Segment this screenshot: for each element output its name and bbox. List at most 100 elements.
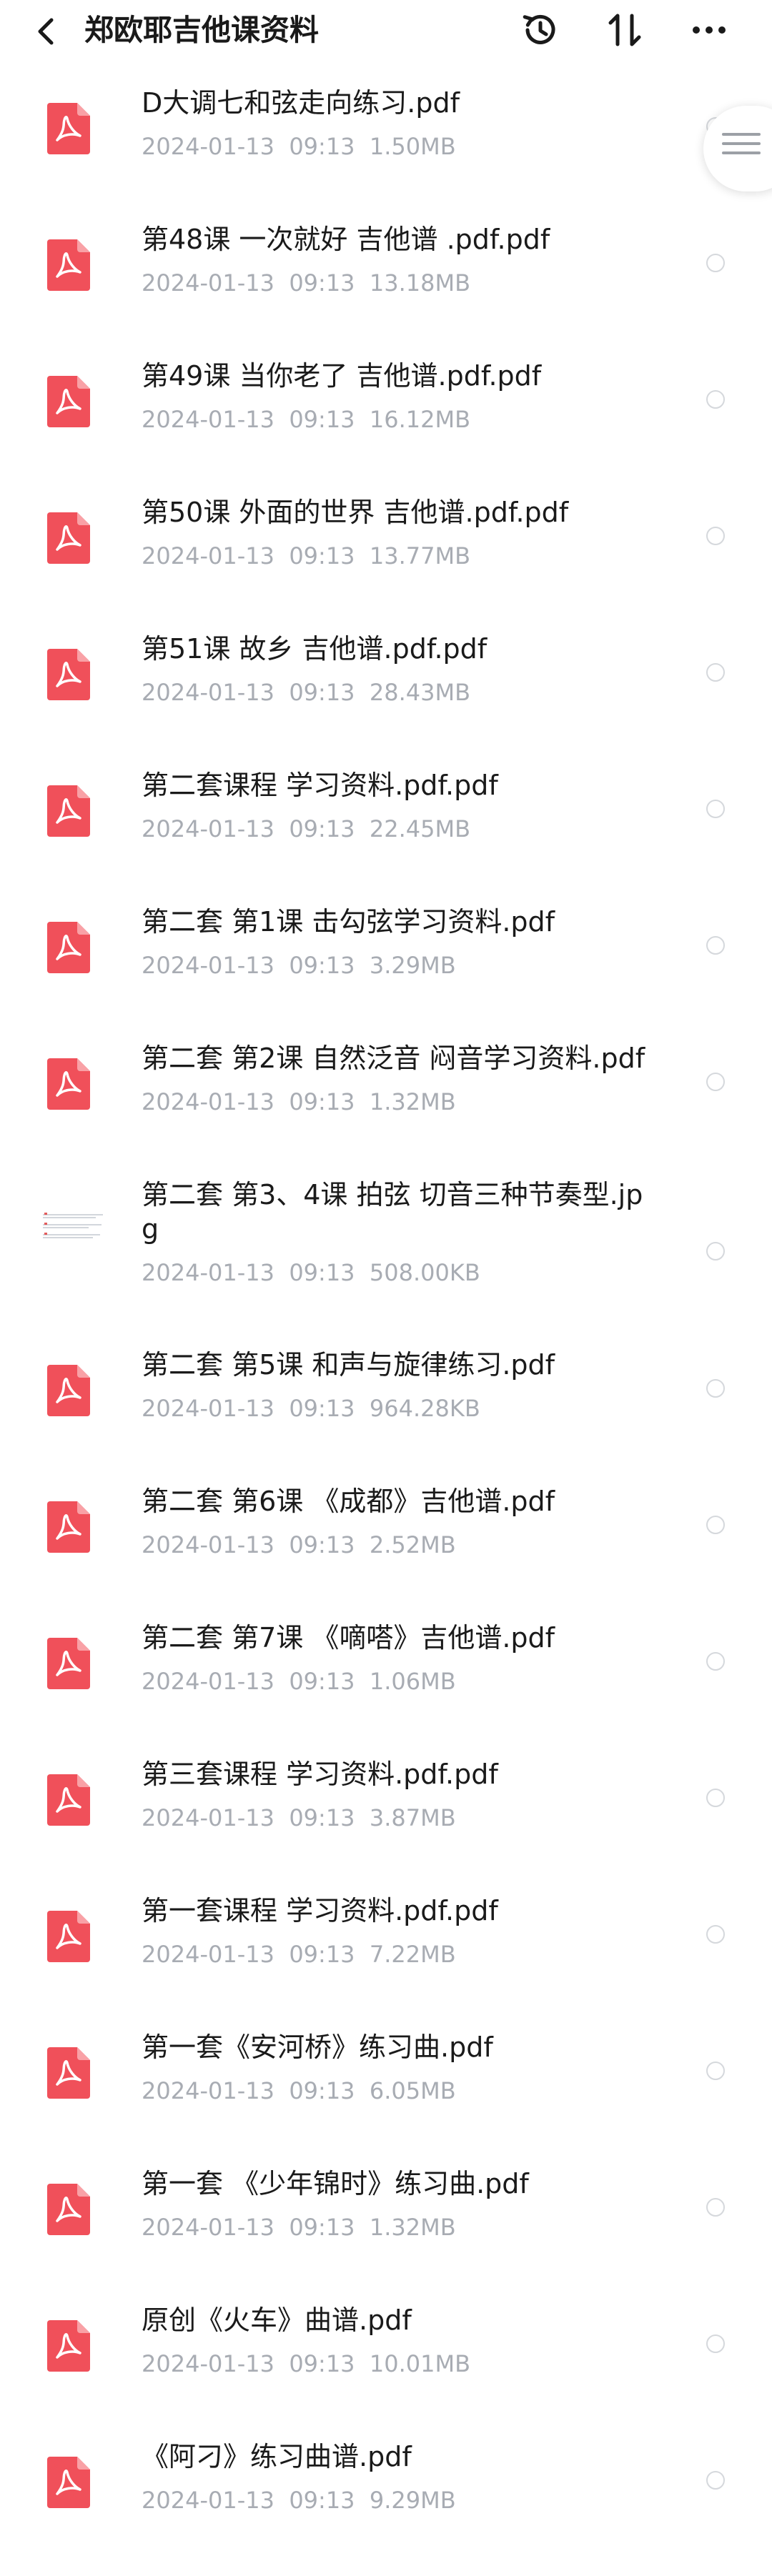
- file-time: 09:13: [289, 2077, 355, 2104]
- file-date: 2024-01-13: [142, 1804, 274, 1831]
- file-meta: 2024-01-13 09:13 22.45MB: [142, 815, 470, 842]
- file-time: 09:13: [289, 2214, 355, 2241]
- list-item[interactable]: 第一套《安河桥》练习曲.pdf 2024-01-13 09:13 6.05MB: [0, 2030, 772, 2167]
- file-meta: 2024-01-13 09:13 3.87MB: [142, 1804, 456, 1831]
- pdf-file-icon: [47, 2184, 90, 2235]
- select-radio[interactable]: [706, 663, 725, 682]
- file-name: 第49课 当你老了 吉他谱.pdf.pdf: [142, 360, 542, 392]
- pdf-file-icon: [47, 1638, 90, 1689]
- select-radio[interactable]: [706, 2062, 725, 2080]
- select-radio[interactable]: [706, 1516, 725, 1534]
- file-time: 09:13: [289, 679, 355, 706]
- select-radio[interactable]: [706, 390, 725, 409]
- pdf-file-icon: [47, 2457, 90, 2508]
- select-radio[interactable]: [706, 1242, 725, 1260]
- file-time: 09:13: [289, 269, 355, 297]
- file-meta: 2024-01-13 09:13 964.28KB: [142, 1395, 480, 1422]
- file-name: 第48课 一次就好 吉他谱 .pdf.pdf: [142, 224, 550, 255]
- list-item[interactable]: 第51课 故乡 吉他谱.pdf.pdf 2024-01-13 09:13 28.4…: [0, 632, 772, 768]
- file-date: 2024-01-13: [142, 542, 274, 570]
- page-title: 郑欧耶吉他课资料: [84, 13, 319, 47]
- file-meta: 2024-01-13 09:13 2.52MB: [142, 1531, 456, 1558]
- file-meta: 2024-01-13 09:13 7.22MB: [142, 1941, 456, 1968]
- file-date: 2024-01-13: [142, 1531, 274, 1558]
- file-time: 09:13: [289, 542, 355, 570]
- file-time: 09:13: [289, 1088, 355, 1115]
- list-item[interactable]: 原创《火车》曲谱.pdf 2024-01-13 09:13 10.01MB: [0, 2303, 772, 2440]
- file-meta: 2024-01-13 09:13 28.43MB: [142, 679, 470, 706]
- list-item[interactable]: 第二套 第3、4课 拍弦 切音三种节奏型.jpg 2024-01-13 09:13…: [0, 1178, 772, 1348]
- file-date: 2024-01-13: [142, 133, 274, 160]
- file-time: 09:13: [289, 2350, 355, 2377]
- sort-icon[interactable]: [602, 7, 648, 53]
- file-name: 第一套 《少年锦时》练习曲.pdf: [142, 2168, 529, 2199]
- pdf-file-icon: [47, 2320, 90, 2372]
- file-meta: 2024-01-13 09:13 16.12MB: [142, 406, 470, 433]
- list-item[interactable]: 第二套课程 学习资料.pdf.pdf 2024-01-13 09:13 22.45…: [0, 768, 772, 905]
- pdf-file-icon: [47, 239, 90, 291]
- file-meta: 2024-01-13 09:13 1.32MB: [142, 2214, 456, 2241]
- file-size: 28.43MB: [369, 679, 471, 706]
- list-item[interactable]: 《阿刁》练习曲谱.pdf 2024-01-13 09:13 9.29MB: [0, 2440, 772, 2576]
- file-size: 13.18MB: [369, 269, 471, 297]
- file-date: 2024-01-13: [142, 1941, 274, 1968]
- select-radio[interactable]: [706, 936, 725, 955]
- file-date: 2024-01-13: [142, 1088, 274, 1115]
- list-item[interactable]: D大调七和弦走向练习.pdf 2024-01-13 09:13 1.50MB: [0, 86, 772, 222]
- select-radio[interactable]: [706, 2471, 725, 2490]
- pdf-file-icon: [47, 1774, 90, 1826]
- more-icon[interactable]: [686, 7, 732, 53]
- file-date: 2024-01-13: [142, 269, 274, 297]
- select-radio[interactable]: [706, 1073, 725, 1091]
- pdf-file-icon: [47, 649, 90, 700]
- file-name: 《阿刁》练习曲谱.pdf: [142, 2441, 412, 2472]
- file-size: 16.12MB: [369, 406, 471, 433]
- file-date: 2024-01-13: [142, 815, 274, 842]
- history-icon[interactable]: [518, 7, 563, 53]
- list-item[interactable]: 第49课 当你老了 吉他谱.pdf.pdf 2024-01-13 09:13 16…: [0, 359, 772, 495]
- list-item[interactable]: 第50课 外面的世界 吉他谱.pdf.pdf 2024-01-13 09:13 1…: [0, 495, 772, 632]
- list-item[interactable]: 第二套 第2课 自然泛音 闷音学习资料.pdf 2024-01-13 09:13 …: [0, 1041, 772, 1178]
- file-size: 2.52MB: [369, 1531, 456, 1558]
- select-radio[interactable]: [706, 800, 725, 818]
- file-meta: 2024-01-13 09:13 13.18MB: [142, 269, 470, 297]
- pdf-file-icon: [47, 1911, 90, 1962]
- file-size: 508.00KB: [369, 1259, 480, 1286]
- file-time: 09:13: [289, 406, 355, 433]
- list-item[interactable]: 第二套 第6课 《成都》吉他谱.pdf 2024-01-13 09:13 2.52…: [0, 1484, 772, 1621]
- file-time: 09:13: [289, 2487, 355, 2514]
- list-item[interactable]: 第二套 第7课 《嘀嗒》吉他谱.pdf 2024-01-13 09:13 1.06…: [0, 1621, 772, 1757]
- file-meta: 2024-01-13 09:13 6.05MB: [142, 2077, 456, 2104]
- file-date: 2024-01-13: [142, 2350, 274, 2377]
- file-meta: 2024-01-13 09:13 13.77MB: [142, 542, 470, 570]
- file-date: 2024-01-13: [142, 2487, 274, 2514]
- file-time: 09:13: [289, 133, 355, 160]
- file-name: 第二套 第3、4课 拍弦 切音三种节奏型.jpg: [142, 1179, 643, 1245]
- select-radio[interactable]: [706, 2334, 725, 2353]
- list-item[interactable]: 第一套 《少年锦时》练习曲.pdf 2024-01-13 09:13 1.32MB: [0, 2167, 772, 2303]
- list-item[interactable]: 第二套 第1课 击勾弦学习资料.pdf 2024-01-13 09:13 3.29…: [0, 905, 772, 1041]
- list-item[interactable]: 第二套 第5课 和声与旋律练习.pdf 2024-01-13 09:13 964.…: [0, 1348, 772, 1484]
- list-item[interactable]: 第一套课程 学习资料.pdf.pdf 2024-01-13 09:13 7.22M…: [0, 1894, 772, 2030]
- file-time: 09:13: [289, 1941, 355, 1968]
- select-radio[interactable]: [706, 1379, 725, 1398]
- list-item[interactable]: 第48课 一次就好 吉他谱 .pdf.pdf 2024-01-13 09:13 1…: [0, 222, 772, 359]
- pdf-file-icon: [47, 922, 90, 973]
- select-radio[interactable]: [706, 2198, 725, 2217]
- file-name: 第二套 第1课 击勾弦学习资料.pdf: [142, 906, 555, 938]
- select-radio[interactable]: [706, 254, 725, 272]
- file-name: 第二套课程 学习资料.pdf.pdf: [142, 770, 498, 801]
- file-date: 2024-01-13: [142, 2077, 274, 2104]
- pdf-file-icon: [47, 103, 90, 154]
- select-radio[interactable]: [706, 1652, 725, 1671]
- file-size: 1.50MB: [369, 133, 456, 160]
- select-radio[interactable]: [706, 1925, 725, 1944]
- select-radio[interactable]: [706, 1789, 725, 1807]
- file-size: 6.05MB: [369, 2077, 456, 2104]
- back-icon[interactable]: [33, 14, 61, 49]
- pdf-file-icon: [47, 512, 90, 564]
- file-time: 09:13: [289, 1668, 355, 1695]
- list-item[interactable]: 第三套课程 学习资料.pdf.pdf 2024-01-13 09:13 3.87M…: [0, 1757, 772, 1894]
- select-radio[interactable]: [706, 527, 725, 545]
- file-time: 09:13: [289, 952, 355, 979]
